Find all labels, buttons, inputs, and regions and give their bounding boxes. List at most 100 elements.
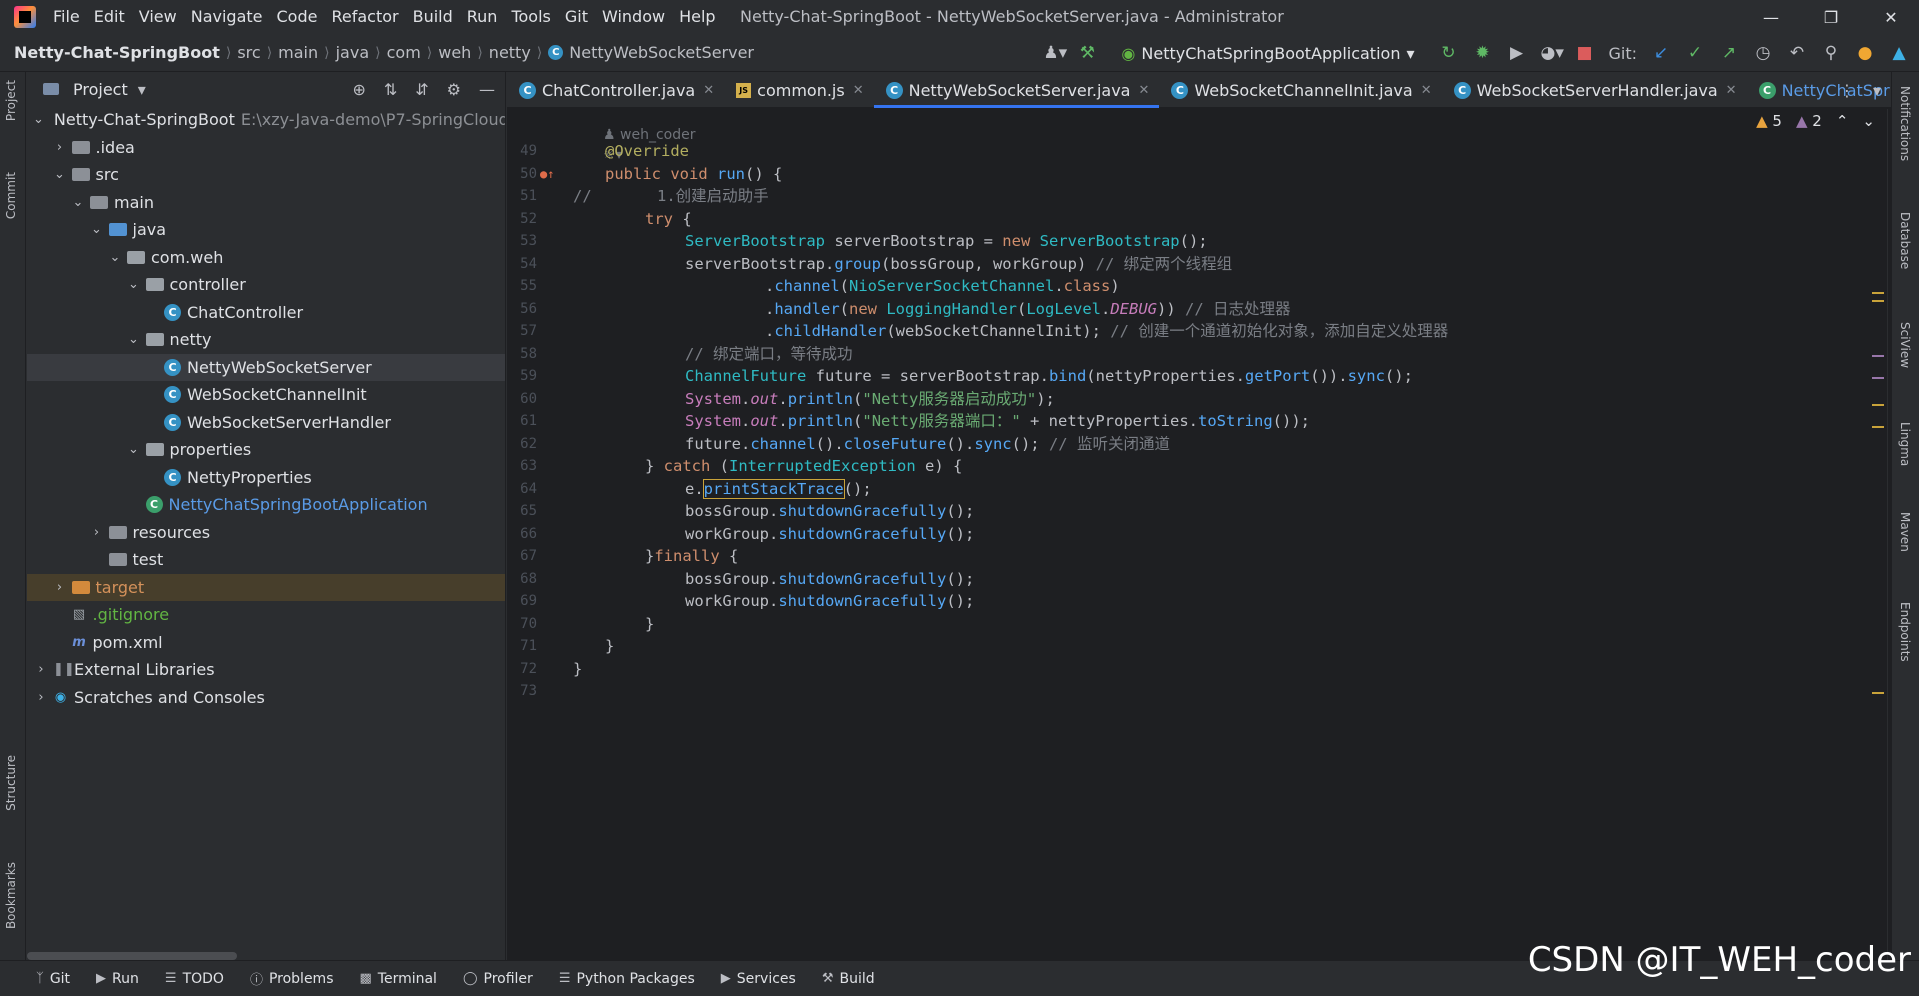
close-window-icon[interactable]: ✕ (1863, 0, 1919, 34)
chevron-right-icon[interactable]: › (33, 690, 49, 705)
stop-icon[interactable]: ■ (1574, 43, 1594, 63)
minimize-icon[interactable]: — (1743, 0, 1799, 34)
tree-item-netty[interactable]: ⌄ netty (27, 326, 505, 354)
close-icon[interactable]: ✕ (853, 83, 864, 98)
lingma-tool-button[interactable]: Lingma (1898, 422, 1912, 466)
database-tool-button[interactable]: Database (1898, 212, 1912, 269)
chevron-right-icon[interactable]: › (33, 662, 49, 677)
chevron-down-icon[interactable]: ⌄ (70, 195, 86, 210)
warning-marker[interactable] (1872, 404, 1884, 406)
commit-tool-button[interactable]: Commit (4, 172, 18, 219)
warning-marker[interactable] (1872, 692, 1884, 694)
chevron-down-icon[interactable]: ⌄ (126, 442, 142, 457)
chevron-down-icon[interactable]: ⌄ (89, 222, 105, 237)
notifications-tool-button[interactable]: Notifications (1898, 86, 1912, 161)
menu-window[interactable]: Window (595, 0, 672, 34)
run-config-selector[interactable]: ◉ NettyChatSpringBootApplication ▾ (1111, 40, 1424, 67)
warning-marker[interactable] (1872, 300, 1884, 302)
terminal-tool-button[interactable]: ▩ Terminal (359, 971, 436, 987)
tree-item-java[interactable]: ⌄ java (27, 216, 505, 244)
git-update-icon[interactable]: ↙ (1651, 43, 1671, 63)
warning-marker[interactable] (1872, 292, 1884, 294)
menu-view[interactable]: View (132, 0, 184, 34)
chevron-down-icon[interactable]: ▾ (138, 80, 146, 99)
crumb-main[interactable]: main (278, 43, 318, 62)
coverage-icon[interactable]: ▶ (1506, 43, 1526, 63)
crumb-src[interactable]: src (237, 43, 260, 62)
override-gutter-icon[interactable]: ●↑ (540, 163, 560, 186)
tree-item-external-libraries[interactable]: › ❚❚ External Libraries (27, 656, 505, 684)
menu-build[interactable]: Build (406, 0, 460, 34)
chevron-up-icon[interactable]: ⌃ (1836, 112, 1849, 130)
crumb-class[interactable]: NettyWebSocketServer (569, 43, 754, 62)
hide-icon[interactable]: — (479, 80, 495, 99)
build-tool-button[interactable]: ⚒ Build (822, 971, 875, 987)
history-icon[interactable]: ◷ (1753, 43, 1773, 63)
git-commit-icon[interactable]: ✓ (1685, 43, 1705, 63)
menu-tools[interactable]: Tools (504, 0, 557, 34)
user-icon[interactable]: ♟▾ (1043, 43, 1067, 63)
chevron-down-icon[interactable]: ⌄ (1862, 112, 1875, 130)
crumb-netty[interactable]: netty (489, 43, 531, 62)
collapse-all-icon[interactable]: ⇵ (415, 80, 428, 99)
tree-item-netty-chat-springboot[interactable]: ⌄ Netty-Chat-SpringBoot E:\xzy-Java-demo\P… (27, 106, 505, 134)
todo-tool-button[interactable]: ☰ TODO (165, 971, 224, 987)
more-vertical-icon[interactable]: ⋮ (1839, 81, 1855, 100)
editor-scrollbar-track[interactable] (1887, 109, 1888, 960)
chevron-down-icon[interactable]: ⌄ (126, 332, 142, 347)
tree-item-websocketchannelinit[interactable]: C WebSocketChannelInit (27, 381, 505, 409)
tree-item-src[interactable]: ⌄ src (27, 161, 505, 189)
chevron-right-icon[interactable]: › (89, 525, 105, 540)
weak-warning-marker[interactable] (1872, 377, 1884, 379)
tree-item-com-weh[interactable]: ⌄ com.weh (27, 244, 505, 272)
menu-navigate[interactable]: Navigate (184, 0, 270, 34)
tree-item-test[interactable]: test (27, 546, 505, 574)
tree-item-websocketserverhandler[interactable]: C WebSocketServerHandler (27, 409, 505, 437)
sciview-tool-button[interactable]: SciView (1898, 322, 1912, 368)
plugin-icon[interactable]: ▲ (1889, 43, 1909, 63)
crumb-com[interactable]: com (387, 43, 421, 62)
crumb-java[interactable]: java (336, 43, 370, 62)
menu-git[interactable]: Git (558, 0, 595, 34)
rollback-icon[interactable]: ↶ (1787, 43, 1807, 63)
chevron-right-icon[interactable]: › (52, 580, 68, 595)
tree-item-chatcontroller[interactable]: C ChatController (27, 299, 505, 327)
tree-item-main[interactable]: ⌄ main (27, 189, 505, 217)
problems-tool-button[interactable]: ⓘ Problems (250, 969, 334, 989)
menu-edit[interactable]: Edit (87, 0, 132, 34)
chevron-right-icon[interactable]: › (52, 140, 68, 155)
tree-item-pom-xml[interactable]: m pom.xml (27, 629, 505, 657)
close-icon[interactable]: ✕ (1421, 83, 1432, 98)
tree-item-nettywebsocketserver[interactable]: C NettyWebSocketServer (27, 353, 505, 381)
menu-file[interactable]: File (46, 0, 87, 34)
chevron-down-icon[interactable]: ▾ (1873, 81, 1881, 100)
tree-item-nettychatspringbootapplication[interactable]: C NettyChatSpringBootApplication (27, 491, 505, 519)
tree-item-nettyproperties[interactable]: C NettyProperties (27, 464, 505, 492)
tree-item-target[interactable]: › target (27, 573, 505, 601)
git-tool-button[interactable]: ᛉ Git (36, 971, 70, 987)
git-push-icon[interactable]: ↗ (1719, 43, 1739, 63)
services-tool-button[interactable]: ▶ Services (721, 971, 796, 987)
project-panel-title[interactable]: Project (73, 80, 128, 99)
menu-refactor[interactable]: Refactor (324, 0, 405, 34)
chevron-down-icon[interactable]: ⌄ (52, 167, 68, 182)
build-hammer-icon[interactable]: ⚒ (1077, 43, 1097, 63)
project-tool-button[interactable]: Project (4, 80, 18, 121)
chevron-down-icon[interactable]: ⌄ (33, 112, 44, 127)
crumb-project[interactable]: Netty-Chat-SpringBoot (14, 43, 220, 62)
menu-code[interactable]: Code (270, 0, 325, 34)
tree-item-properties[interactable]: ⌄ properties (27, 436, 505, 464)
close-icon[interactable]: ✕ (1726, 83, 1737, 98)
warning-marker[interactable] (1872, 426, 1884, 428)
tree-item-resources[interactable]: › resources (27, 519, 505, 547)
bookmarks-tool-button[interactable]: Bookmarks (4, 862, 18, 929)
rerun-icon[interactable]: ↻ (1438, 43, 1458, 63)
expand-all-icon[interactable]: ⇅ (384, 80, 397, 99)
close-icon[interactable]: ✕ (703, 83, 714, 98)
debug-bug-icon[interactable]: ✹ (1472, 43, 1492, 63)
gear-icon[interactable]: ⚙ (447, 80, 461, 99)
code-area[interactable]: ♟ weh_coder ☼▾ 49 @Override 50 ●↑ public vo… (507, 109, 1891, 960)
inspection-widget[interactable]: ▲ 5 ▲ 2 ⌃ ⌄ (1756, 112, 1875, 130)
profile-icon[interactable]: ◕▾ (1540, 43, 1563, 63)
crumb-weh[interactable]: weh (438, 43, 471, 62)
